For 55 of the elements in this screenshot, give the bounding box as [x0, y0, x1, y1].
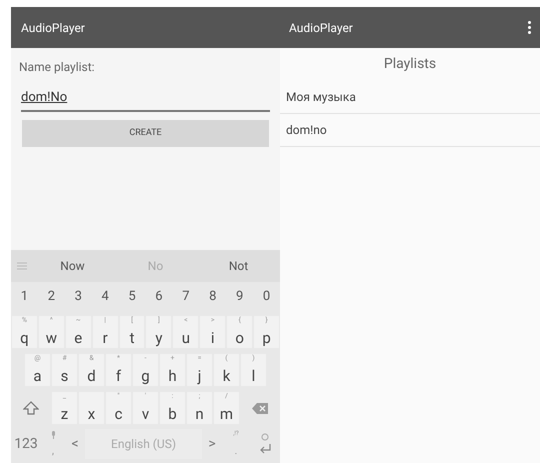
key-label: c	[114, 407, 122, 422]
key-label: z	[60, 407, 68, 422]
number-key[interactable]: 4	[92, 287, 119, 307]
number-key[interactable]: 9	[226, 287, 254, 307]
key-label: o	[235, 331, 244, 346]
left-arrow-key[interactable]: <	[65, 434, 85, 454]
key-label: r	[102, 331, 108, 346]
key-label: m	[220, 407, 234, 422]
number-key[interactable]: 5	[118, 287, 146, 307]
number-key[interactable]: 7	[172, 287, 200, 307]
right-arrow-key[interactable]: >	[202, 434, 222, 454]
suggestion[interactable]: Now	[31, 257, 114, 275]
number-key[interactable]: 2	[38, 287, 65, 307]
app-title: AudioPlayer	[21, 20, 85, 36]
playlist-item[interactable]: Моя музыка	[280, 81, 540, 114]
key-label: t	[130, 331, 134, 346]
number-key[interactable]: 1	[11, 287, 38, 307]
key-label: b	[168, 407, 177, 422]
key-label: e	[74, 331, 82, 346]
name-input-field[interactable]: dom!No	[21, 84, 270, 112]
shift-icon[interactable]	[23, 401, 39, 415]
key-label: h	[168, 369, 177, 384]
key-label: u	[182, 331, 190, 346]
backspace-icon[interactable]	[252, 402, 268, 414]
key-label: a	[33, 369, 42, 384]
number-key[interactable]: 8	[199, 287, 226, 307]
playlists-heading: Playlists	[382, 55, 438, 74]
key-label: k	[222, 369, 230, 384]
create-button[interactable]: CREATE	[22, 120, 269, 147]
key-label: y	[155, 331, 162, 346]
playlist-item[interactable]: dom!no	[280, 114, 540, 147]
number-key[interactable]: 3	[64, 287, 92, 307]
app-title: AudioPlayer	[289, 20, 353, 36]
keyboard-key[interactable]: x	[79, 392, 104, 424]
overflow-menu-icon[interactable]	[528, 21, 531, 34]
key-label: s	[60, 369, 68, 384]
microphone-icon	[50, 431, 56, 439]
field-label: Name playlist:	[19, 59, 96, 76]
key-label: x	[88, 407, 96, 422]
key-label: w	[46, 331, 57, 346]
number-key[interactable]: 6	[145, 287, 172, 307]
key-label: f	[116, 369, 122, 384]
enter-icon[interactable]	[258, 433, 272, 455]
key-label: l	[252, 369, 256, 384]
symbols-key[interactable]: 123	[11, 434, 41, 454]
key-label: d	[87, 369, 96, 384]
key-label: j	[198, 369, 202, 384]
key-label: i	[210, 331, 215, 346]
suggestion[interactable]: Not	[197, 257, 280, 275]
key-label: n	[195, 407, 204, 422]
key-label: q	[20, 331, 29, 346]
number-key[interactable]: 0	[253, 287, 280, 307]
key-label: g	[141, 369, 150, 384]
key-label: v	[142, 407, 150, 422]
key-label: p	[262, 331, 271, 346]
